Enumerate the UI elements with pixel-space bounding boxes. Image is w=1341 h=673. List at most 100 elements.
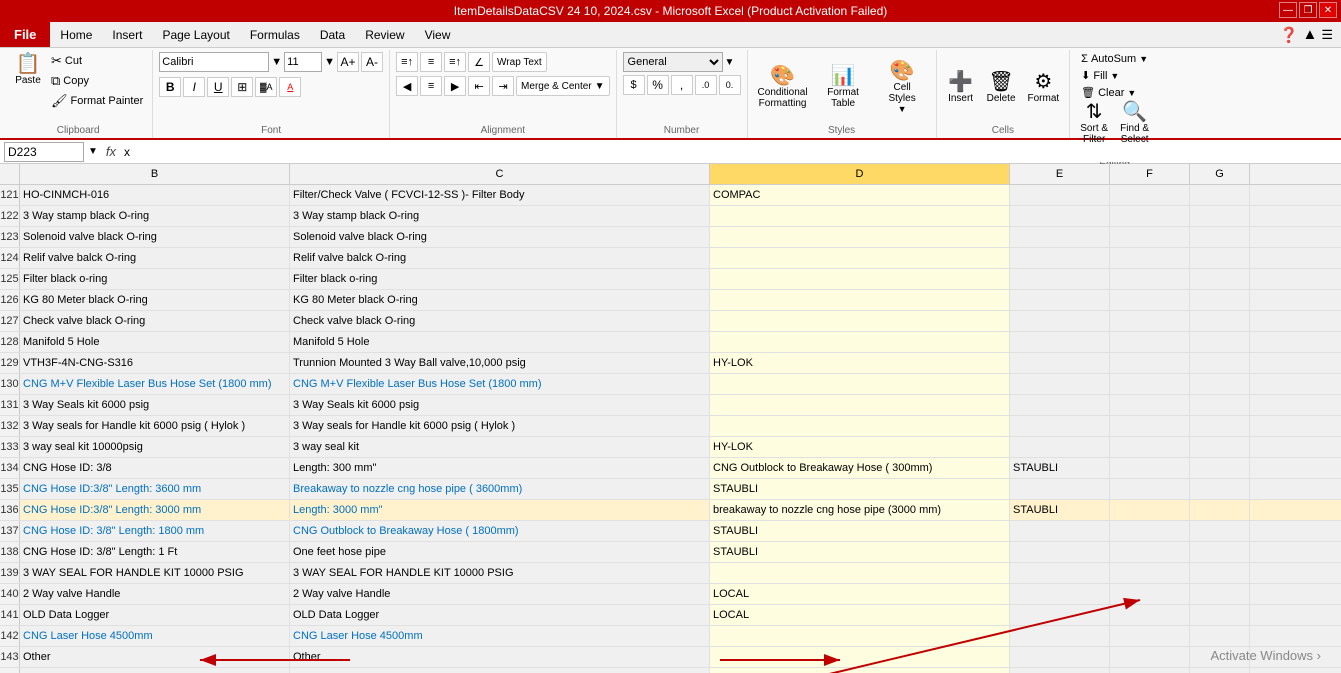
cell-e[interactable] <box>1010 227 1110 247</box>
cell-d[interactable] <box>710 374 1010 394</box>
cell-b[interactable]: 3 Way Seals kit 6000 psig <box>20 395 290 415</box>
paste-button[interactable]: 📋 Paste <box>10 52 46 88</box>
cell-e[interactable] <box>1010 605 1110 625</box>
col-header-e[interactable]: E <box>1010 164 1110 184</box>
cell-b[interactable]: CNG Laser Hose 4500mm <box>20 626 290 646</box>
cell-g[interactable] <box>1190 563 1250 583</box>
menu-data[interactable]: Data <box>310 22 355 47</box>
cell-g[interactable] <box>1190 542 1250 562</box>
cell-g[interactable] <box>1190 668 1250 673</box>
cell-b[interactable]: VTH3F-4N-CNG-S316 <box>20 353 290 373</box>
cell-g[interactable] <box>1190 626 1250 646</box>
cell-c[interactable]: 3 Way Seals kit 6000 psig <box>290 395 710 415</box>
cell-f[interactable] <box>1110 395 1190 415</box>
cell-b[interactable]: 2 Way valve Handle <box>20 584 290 604</box>
align-top-center-button[interactable]: ≡ <box>420 52 442 72</box>
cell-d[interactable] <box>710 206 1010 226</box>
cell-d[interactable]: HY-LOK <box>710 437 1010 457</box>
cell-d[interactable] <box>710 227 1010 247</box>
cell-f[interactable] <box>1110 479 1190 499</box>
cell-b[interactable]: CNG Hose ID:3/8" Length: 3000 mm <box>20 500 290 520</box>
cell-e[interactable]: Consumable <box>1010 668 1110 673</box>
cell-e[interactable] <box>1010 290 1110 310</box>
format-table-button[interactable]: 📊 Format Table <box>816 64 871 111</box>
cell-d[interactable]: MI0012 <box>710 668 1010 673</box>
minimize-ribbon-icon[interactable]: ▲ <box>1302 26 1317 43</box>
cell-c[interactable]: KG 80 Meter black O-ring <box>290 290 710 310</box>
indent-inc-button[interactable]: ⇥ <box>492 76 514 96</box>
cell-f[interactable] <box>1110 542 1190 562</box>
cell-b[interactable]: CNG M+V Flexible Laser Bus Hose Set (180… <box>20 374 290 394</box>
file-menu-button[interactable]: File <box>0 22 50 47</box>
cell-e[interactable]: STAUBLI <box>1010 458 1110 478</box>
dropdown-arrow[interactable]: ▼ <box>88 146 98 157</box>
cell-b[interactable]: Solenoid valve black O-ring <box>20 227 290 247</box>
increase-font-button[interactable]: A+ <box>337 52 359 72</box>
cell-c[interactable]: Breakaway to nozzle cng hose pipe ( 3600… <box>290 479 710 499</box>
cell-g[interactable] <box>1190 500 1250 520</box>
cell-b[interactable]: Filter black o-ring <box>20 269 290 289</box>
cell-c[interactable]: Filter black o-ring <box>290 269 710 289</box>
cell-e[interactable] <box>1010 185 1110 205</box>
cell-c[interactable]: Relif valve balck O-ring <box>290 248 710 268</box>
cell-c[interactable]: Manifold 5 Hole <box>290 332 710 352</box>
merge-dropdown-icon[interactable]: ▼ <box>595 81 605 92</box>
col-header-f[interactable]: F <box>1110 164 1190 184</box>
help-icon[interactable]: ❓ <box>1280 26 1299 44</box>
menu-home[interactable]: Home <box>50 22 102 47</box>
cell-f[interactable] <box>1110 248 1190 268</box>
cell-d[interactable] <box>710 416 1010 436</box>
cell-g[interactable] <box>1190 458 1250 478</box>
cell-e[interactable] <box>1010 437 1110 457</box>
cell-d[interactable]: HY-LOK <box>710 353 1010 373</box>
currency-button[interactable]: $ <box>623 75 645 95</box>
cell-c[interactable]: 3 Way seals for Handle kit 6000 psig ( H… <box>290 416 710 436</box>
autosum-button[interactable]: Σ AutoSum ▼ <box>1078 52 1151 66</box>
number-format-select[interactable]: General Number Currency Date Text <box>623 52 723 72</box>
cell-f[interactable] <box>1110 668 1190 673</box>
dec-dec-button[interactable]: 0. <box>719 75 741 95</box>
indent-dec-button[interactable]: ⇤ <box>468 76 490 96</box>
decrease-font-button[interactable]: A- <box>361 52 383 72</box>
align-center-button[interactable]: ≡ <box>420 76 442 96</box>
menu-page-layout[interactable]: Page Layout <box>152 22 239 47</box>
cell-f[interactable] <box>1110 269 1190 289</box>
cell-b[interactable]: Other <box>20 647 290 667</box>
cell-e[interactable] <box>1010 395 1110 415</box>
cell-d[interactable] <box>710 290 1010 310</box>
cell-f[interactable] <box>1110 521 1190 541</box>
cell-e[interactable] <box>1010 479 1110 499</box>
cell-c[interactable]: 3 Way stamp black O-ring <box>290 206 710 226</box>
cell-e[interactable] <box>1010 311 1110 331</box>
dec-inc-button[interactable]: .0 <box>695 75 717 95</box>
border-button[interactable]: ⊞ <box>231 77 253 97</box>
cell-f[interactable] <box>1110 206 1190 226</box>
cell-c[interactable]: 3 way seal kit <box>290 437 710 457</box>
cell-b[interactable]: 3 way seal kit 10000psig <box>20 437 290 457</box>
cell-e[interactable] <box>1010 647 1110 667</box>
cell-b[interactable]: 3 Way stamp black O-ring <box>20 206 290 226</box>
cell-f[interactable] <box>1110 458 1190 478</box>
cell-d[interactable]: breakaway to nozzle cng hose pipe (3000 … <box>710 500 1010 520</box>
clear-button[interactable]: 🗑 Clear ▼ <box>1078 85 1139 100</box>
cell-d[interactable]: STAUBLI <box>710 479 1010 499</box>
wrap-text-button[interactable]: Wrap Text <box>492 52 547 72</box>
cell-c[interactable]: CNG M+V Flexible Laser Bus Hose Set (180… <box>290 374 710 394</box>
close-button[interactable]: ✕ <box>1319 2 1337 18</box>
cell-d[interactable] <box>710 311 1010 331</box>
cell-g[interactable] <box>1190 206 1250 226</box>
cell-d[interactable] <box>710 395 1010 415</box>
cell-c[interactable]: CNG Outblock to Breakaway Hose ( 1800mm) <box>290 521 710 541</box>
cell-d[interactable] <box>710 626 1010 646</box>
col-header-b[interactable]: B <box>20 164 290 184</box>
copy-button[interactable]: ⧉ Copy <box>48 72 146 90</box>
cell-g[interactable] <box>1190 185 1250 205</box>
cell-e[interactable] <box>1010 248 1110 268</box>
cell-b[interactable]: New Item <box>20 668 290 673</box>
menu-review[interactable]: Review <box>355 22 414 47</box>
cell-b[interactable]: CNG Hose ID: 3/8" Length: 1 Ft <box>20 542 290 562</box>
formula-input[interactable] <box>124 142 1337 162</box>
cell-c[interactable]: Other <box>290 647 710 667</box>
cell-c[interactable]: CNG Laser Hose 4500mm <box>290 626 710 646</box>
cell-g[interactable] <box>1190 332 1250 352</box>
